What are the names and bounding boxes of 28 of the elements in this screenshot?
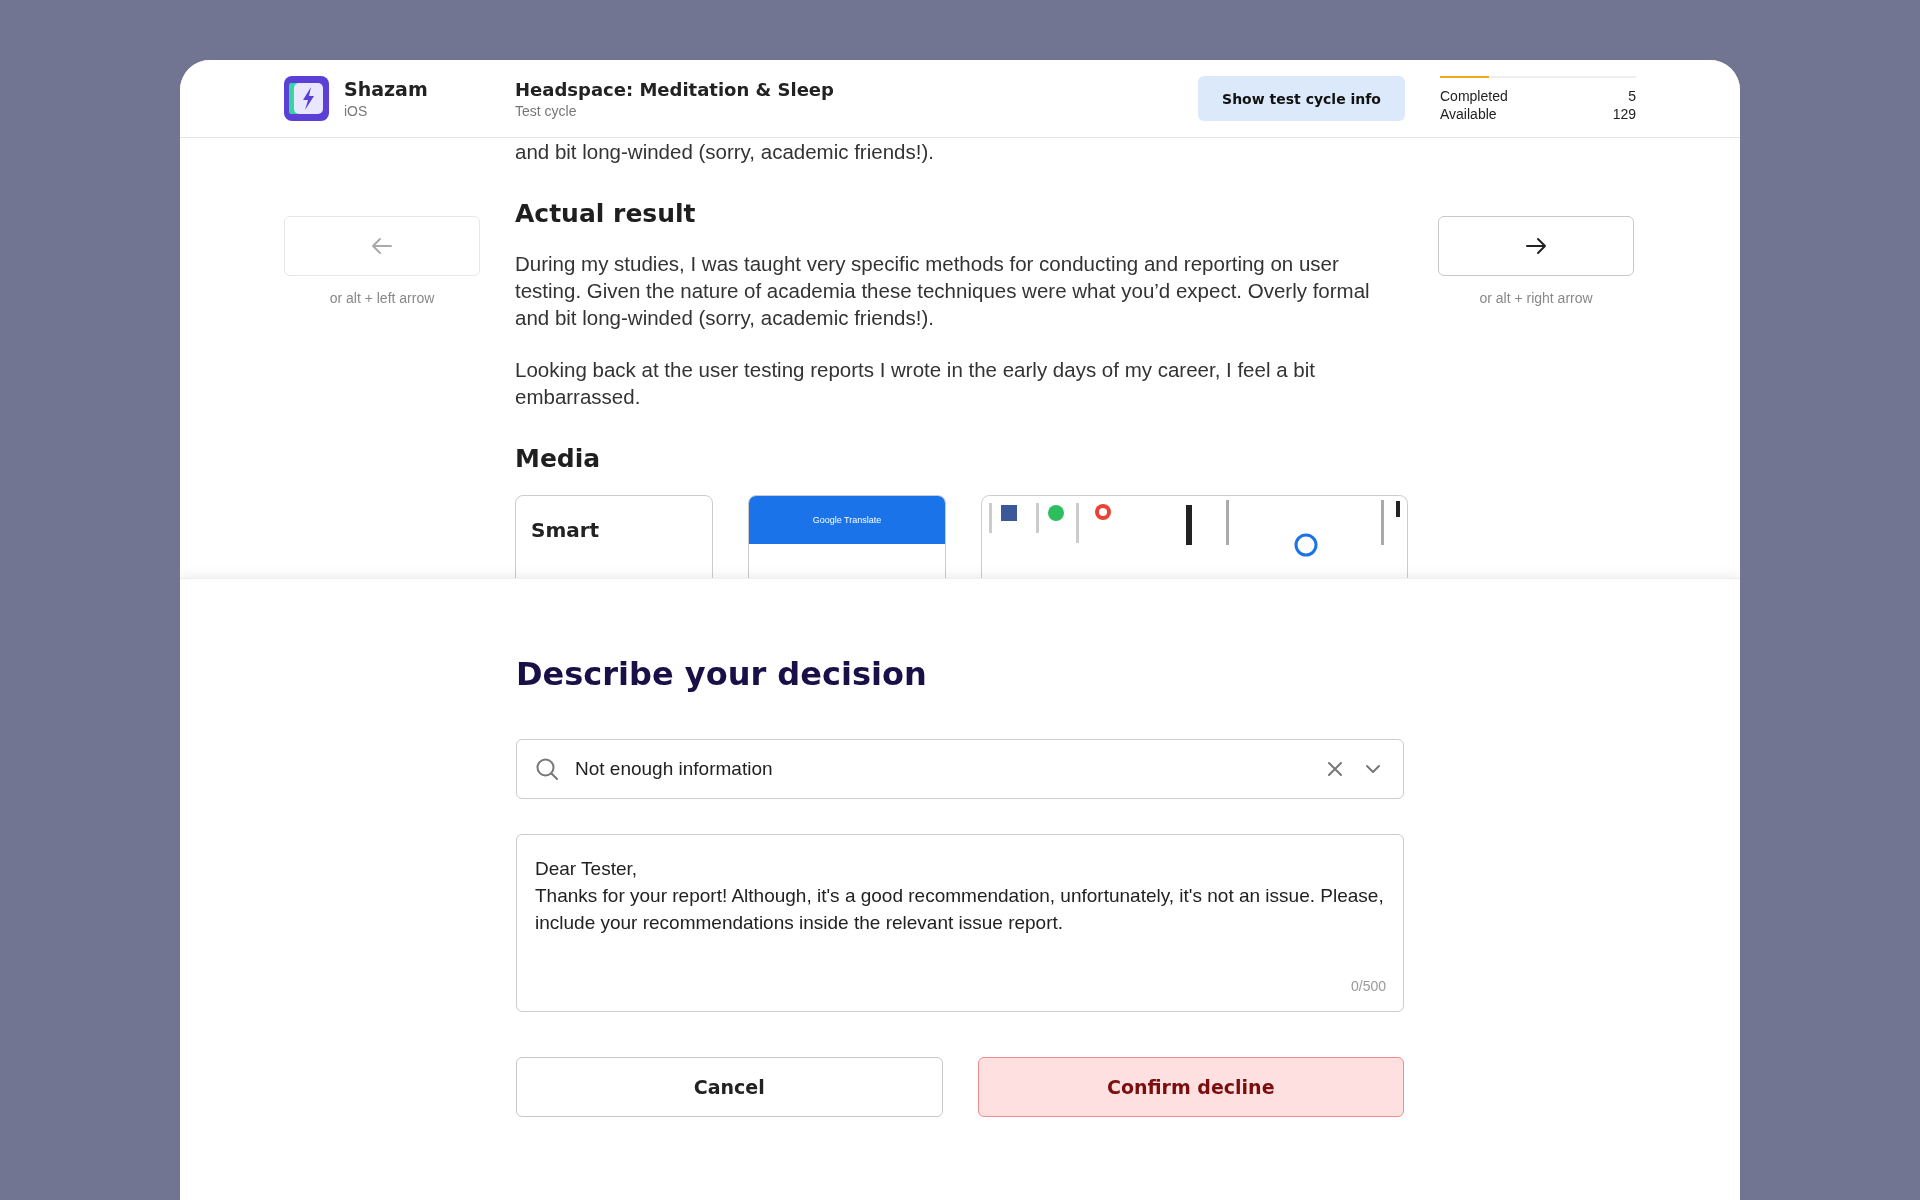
test-cycle-info-button[interactable]: Show test cycle info (1198, 76, 1405, 121)
stat-value: 5 (1628, 87, 1636, 104)
decision-title: Describe your decision (516, 655, 928, 693)
media-thumbnail[interactable]: Google Translate (748, 495, 946, 578)
search-input[interactable]: Not enough information (573, 757, 1309, 781)
stat-label: Available (1440, 105, 1497, 122)
stat-label: Completed (1440, 87, 1508, 104)
platform-label: iOS (344, 103, 369, 119)
test-cycle-label: Test cycle (515, 102, 578, 119)
test-cycle-title: Headspace: Meditation & Sleep (515, 78, 835, 100)
search-icon (535, 757, 559, 781)
reason-select[interactable]: Not enough information (516, 739, 1404, 799)
confirm-decline-button[interactable]: Confirm decline (977, 1057, 1404, 1117)
stat-value: 129 (1612, 105, 1636, 122)
report-text: During my studies, I was taught very specific methods for conducting and reporting on user testing. Given the nature of academia these techniques were what you’d expect. Overly formal and bit long-winded (sorry, academic friends!). (515, 251, 1371, 331)
section-heading: Media (515, 444, 602, 473)
character-counter: 0/500 (1350, 978, 1386, 994)
section-heading: Actual result (515, 199, 697, 228)
shortcut-hint: or alt + left arrow (329, 290, 435, 306)
shortcut-hint: or alt + right arrow (1479, 290, 1593, 306)
cancel-button[interactable]: Cancel (516, 1057, 943, 1117)
app-title: Google Translate (812, 515, 882, 525)
report-text: Looking back at the user testing reports I wrote in the early days of my career, I feel a bit embarrassed. (515, 357, 1316, 410)
thumbnail-title: Smart (531, 518, 601, 542)
app-logo-icon (284, 76, 329, 121)
app-name: Shazam (344, 78, 428, 100)
report-text: and bit long-winded (sorry, academic friends!). (515, 139, 935, 165)
media-thumbnail[interactable]: Smart (515, 495, 713, 578)
